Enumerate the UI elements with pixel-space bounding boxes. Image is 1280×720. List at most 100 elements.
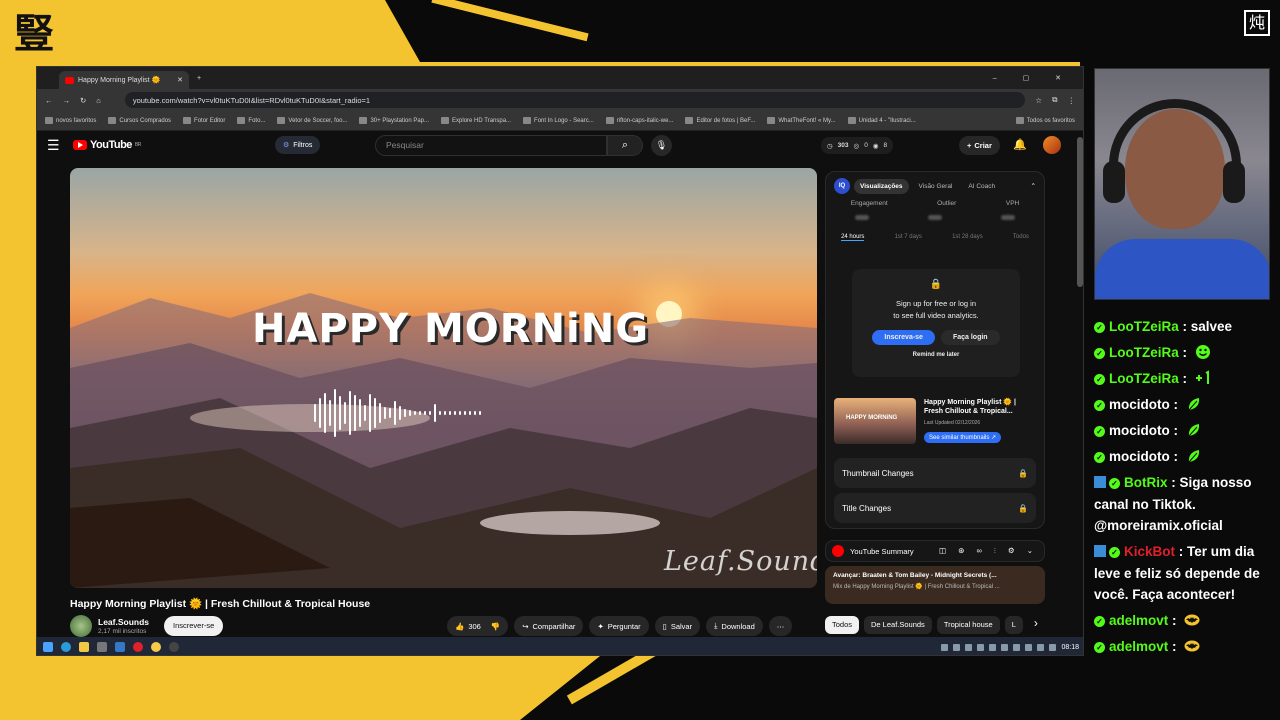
opera-icon[interactable] (133, 642, 143, 652)
bookmark-item[interactable]: Font In Logo - Searc... (523, 117, 594, 124)
filter-chip[interactable]: De Leaf.Sounds (864, 616, 932, 634)
verified-check-icon: ✓ (1094, 374, 1105, 385)
bookmark-item[interactable]: Vetor de Soccer, foo... (277, 117, 347, 124)
app-icon[interactable] (115, 642, 125, 652)
bookmark-favicon (237, 117, 246, 124)
menu-burger-icon[interactable]: ☰ (47, 137, 67, 154)
create-button[interactable]: + Criar (959, 136, 1000, 155)
plus-icon: + (967, 141, 972, 150)
youtube-summary-bar[interactable]: YouTube Summary ◫ ⊛ ∞ ⫶ ⚙ ⌄ (825, 540, 1045, 562)
browser-tab[interactable]: Happy Morning Playlist 🌞 ✕ (59, 71, 189, 89)
bookmark-item[interactable]: WhatTheFont! « My... (767, 117, 836, 124)
like-button[interactable]: 👍 306 👎 (447, 616, 509, 636)
chrome-icon[interactable] (151, 642, 161, 652)
youtube-logo[interactable]: YouTube BR (73, 139, 141, 151)
home-icon[interactable]: ⌂ (96, 96, 101, 105)
metric-vph: VPH (1005, 200, 1020, 207)
chat-username: mocidoto (1109, 423, 1170, 438)
title-changes-row[interactable]: Title Changes 🔒 (834, 493, 1036, 523)
lock-icon: 🔒 (1018, 503, 1028, 513)
forward-icon[interactable]: → (63, 96, 71, 105)
notifications-bell-icon[interactable]: 🔔 (1013, 138, 1027, 151)
summary-tool-icons[interactable]: ◫ ⊛ ∞ ⫶ ⚙ ⌄ (939, 546, 1038, 556)
analytics-tabs: IQ Visualizações Visão Geral AI Coach ⌃ (834, 178, 1036, 194)
ask-button[interactable]: ✦ Perguntar (589, 616, 649, 636)
video-thumbnail[interactable]: HAPPY MORNiNG (834, 398, 916, 444)
store-icon[interactable] (97, 642, 107, 652)
login-button[interactable]: Faça login (940, 330, 1000, 345)
youtube-header: ☰ YouTube BR ⚙ Filtros Pesquisar ⌕ 🎙 ◷ 30… (37, 131, 1083, 159)
download-button[interactable]: ⤓ Download (706, 616, 763, 636)
audio-waveform (314, 386, 481, 440)
range-24h[interactable]: 24 hours (841, 234, 865, 241)
channel-info[interactable]: Leaf.Sounds 2,17 mil inscritos (70, 615, 149, 637)
waveform-bar (389, 408, 391, 418)
bookmark-favicon (523, 117, 532, 124)
bookmark-item[interactable]: Foto... (237, 117, 265, 124)
check-icon: ◎ (853, 142, 860, 150)
search-icon[interactable]: ⌕ (607, 135, 643, 156)
filter-chip[interactable]: Todos (825, 616, 860, 634)
chips-next-icon[interactable]: › (1034, 616, 1038, 634)
obs-icon[interactable] (169, 642, 179, 652)
chat-message: ✓ mocidoto : (1094, 446, 1274, 468)
bookmark-item[interactable]: novos favoritos (45, 117, 96, 124)
windows-start-icon[interactable] (43, 642, 53, 652)
microphone-icon[interactable]: 🎙 (651, 135, 672, 156)
video-player[interactable]: HAPPY MORNiNG Leaf.Sounds (70, 168, 817, 588)
emote-batman-icon (1180, 639, 1200, 654)
chat-username: adelmovt (1109, 613, 1169, 628)
search-input[interactable]: Pesquisar (375, 135, 607, 156)
remind-later-link[interactable]: Remind me later (852, 352, 1020, 358)
bookmark-item[interactable]: Cursos Comprados (108, 117, 171, 124)
channel-name[interactable]: Leaf.Sounds (98, 617, 149, 627)
new-tab-icon[interactable]: + (197, 75, 201, 82)
bookmark-item[interactable]: Unidad 4 - "Ilustraci... (847, 117, 916, 124)
bookmark-item[interactable]: Todos os favoritos (1015, 117, 1075, 124)
tab-visao-geral[interactable]: Visão Geral (913, 179, 959, 194)
explorer-icon[interactable] (79, 642, 89, 652)
tab-close-icon[interactable]: ✕ (177, 76, 183, 84)
bookmark-favicon (767, 117, 776, 124)
collapse-icon[interactable]: ⌃ (1031, 182, 1036, 190)
tab-visualizacoes[interactable]: Visualizações (854, 178, 909, 194)
subscribe-button[interactable]: Inscrever-se (164, 616, 224, 636)
bookmark-item[interactable]: Editor de fotos | BeF... (685, 117, 755, 124)
thumbnail-changes-row[interactable]: Thumbnail Changes 🔒 (834, 458, 1036, 488)
extension-stats[interactable]: ◷ 303 ◎ 0 ◉ 8 (821, 137, 894, 154)
share-button[interactable]: ↪ Compartilhar (514, 616, 584, 636)
url-field[interactable]: youtube.com/watch?v=vl0tuKTuD0I&list=RDv… (124, 92, 1026, 108)
menu-icon[interactable]: ⋮ (1068, 96, 1076, 105)
bookmark-item[interactable]: 30+ Playstation Pap... (359, 117, 429, 124)
bookmark-star-icon[interactable]: ☆ (1035, 96, 1042, 105)
tab-ai-coach[interactable]: AI Coach (962, 179, 1001, 194)
edge-icon[interactable] (61, 642, 71, 652)
reload-icon[interactable]: ↻ (80, 96, 86, 105)
filter-button[interactable]: ⚙ Filtros (275, 136, 321, 154)
thumbs-down-icon[interactable]: 👎 (491, 622, 500, 631)
bookmark-item[interactable]: Explore HD Transpa... (441, 117, 511, 124)
bookmark-favicon (685, 117, 694, 124)
more-actions-icon[interactable]: ⋯ (768, 616, 793, 636)
filter-chip[interactable]: L (1004, 616, 1023, 634)
user-avatar[interactable] (1043, 136, 1061, 154)
channel-avatar[interactable] (70, 615, 92, 637)
extensions-icon[interactable]: ⧉ (1052, 95, 1057, 105)
webcam-shirt (1095, 239, 1269, 299)
range-28d[interactable]: 1st 28 days (952, 234, 983, 241)
save-button[interactable]: ▯ Salvar (654, 616, 701, 636)
filter-chip[interactable]: Tropical house (936, 616, 1000, 634)
up-next-card[interactable]: Avançar: Braaten & Tom Bailey - Midnight… (825, 566, 1045, 604)
similar-thumbnails-button[interactable]: See similar thumbnails ↗ (924, 432, 1002, 443)
signup-button[interactable]: Inscreva-se (872, 330, 935, 345)
chat-text: salvee (1190, 319, 1233, 334)
bookmark-item[interactable]: rifton-caps-italic-we... (605, 117, 673, 124)
system-tray: 08:18 (941, 643, 1079, 651)
range-7d[interactable]: 1st 7 days (895, 234, 922, 241)
bookmark-favicon (847, 117, 856, 124)
window-controls[interactable]: ‒ ▢ ✕ (993, 74, 1073, 82)
range-all[interactable]: Todos (1013, 234, 1029, 241)
scrollbar[interactable] (1077, 137, 1083, 287)
bookmark-item[interactable]: Fotor Editor (183, 117, 225, 124)
back-icon[interactable]: ← (45, 96, 53, 105)
